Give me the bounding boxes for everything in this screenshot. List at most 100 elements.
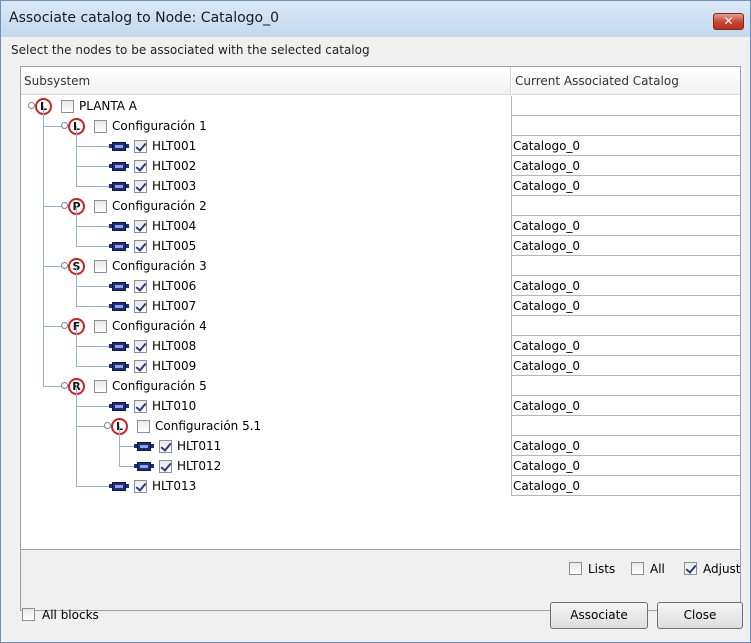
tree-connector <box>76 486 109 487</box>
lists-label: Lists <box>588 562 616 576</box>
catalog-cell: Catalogo_0 <box>511 456 740 476</box>
block-node-icon <box>109 282 129 291</box>
node-checkbox[interactable] <box>94 200 107 213</box>
tree-row[interactable]: LConfiguración 5.1 <box>21 416 740 436</box>
tree-connector <box>76 386 77 486</box>
all-checkbox[interactable] <box>631 562 644 575</box>
tree-row[interactable]: HLT011 Catalogo_0 <box>21 436 740 456</box>
lists-checkbox[interactable] <box>569 562 582 575</box>
catalog-cell: Catalogo_0 <box>511 356 740 376</box>
tree-connector <box>119 426 120 466</box>
node-label: Configuración 3 <box>112 259 207 273</box>
catalog-cell: Catalogo_0 <box>511 156 740 176</box>
catalog-cell: Catalogo_0 <box>511 216 740 236</box>
block-node-icon <box>109 302 129 311</box>
tree-row[interactable]: HLT001 Catalogo_0 <box>21 136 740 156</box>
block-node-icon <box>109 482 129 491</box>
tree-connector <box>76 286 109 287</box>
tree-row[interactable]: HLT006 Catalogo_0 <box>21 276 740 296</box>
catalog-cell <box>511 116 740 136</box>
tree-row[interactable]: HLT004 Catalogo_0 <box>21 216 740 236</box>
node-checkbox[interactable] <box>134 400 147 413</box>
tree-row[interactable]: HLT002 Catalogo_0 <box>21 156 740 176</box>
node-label: HLT001 <box>152 139 197 153</box>
node-checkbox[interactable] <box>159 440 172 453</box>
node-checkbox[interactable] <box>134 240 147 253</box>
node-checkbox[interactable] <box>134 480 147 493</box>
subsystem-tree-grid[interactable]: Subsystem Current Associated Catalog LPL… <box>21 67 740 550</box>
node-checkbox[interactable] <box>159 460 172 473</box>
tree-connector <box>76 406 109 407</box>
tree-row[interactable]: HLT007 Catalogo_0 <box>21 296 740 316</box>
node-checkbox[interactable] <box>134 140 147 153</box>
tree-row[interactable]: FConfiguración 4 <box>21 316 740 336</box>
associate-button[interactable]: Associate <box>550 602 648 629</box>
tree-row[interactable]: HLT009 Catalogo_0 <box>21 356 740 376</box>
adjust-checkbox[interactable] <box>684 562 697 575</box>
block-node-icon <box>109 222 129 231</box>
node-checkbox[interactable] <box>134 360 147 373</box>
catalog-cell: Catalogo_0 <box>511 296 740 316</box>
node-checkbox[interactable] <box>134 300 147 313</box>
expand-toggle[interactable] <box>28 102 35 109</box>
block-node-icon <box>134 442 154 451</box>
expand-toggle[interactable] <box>61 382 68 389</box>
node-checkbox[interactable] <box>61 100 74 113</box>
tree-row[interactable]: HLT005 Catalogo_0 <box>21 236 740 256</box>
window-title: Associate catalog to Node: Catalogo_0 <box>9 10 280 26</box>
tree-row[interactable]: HLT012 Catalogo_0 <box>21 456 740 476</box>
associate-catalog-dialog: Associate catalog to Node: Catalogo_0 ✕ … <box>0 0 751 643</box>
node-checkbox[interactable] <box>134 160 147 173</box>
tree-connector <box>43 106 44 386</box>
node-checkbox[interactable] <box>134 220 147 233</box>
catalog-cell <box>511 256 740 276</box>
node-label: Configuración 1 <box>112 119 207 133</box>
expand-toggle[interactable] <box>104 422 111 429</box>
tree-row[interactable]: SConfiguración 3 <box>21 256 740 276</box>
title-bar[interactable]: Associate catalog to Node: Catalogo_0 ✕ <box>1 1 750 37</box>
node-label: HLT012 <box>177 459 222 473</box>
node-label: HLT006 <box>152 279 197 293</box>
column-header-catalog[interactable]: Current Associated Catalog <box>512 67 740 95</box>
node-checkbox[interactable] <box>94 320 107 333</box>
tree-row[interactable]: HLT008 Catalogo_0 <box>21 336 740 356</box>
tree-connector <box>76 346 109 347</box>
node-label: HLT008 <box>152 339 197 353</box>
tree-row[interactable]: PConfiguración 2 <box>21 196 740 216</box>
instruction-text: Select the nodes to be associated with t… <box>11 43 370 57</box>
catalog-cell: Catalogo_0 <box>511 396 740 416</box>
tree-row[interactable]: RConfiguración 5 <box>21 376 740 396</box>
tree-connector <box>76 266 77 306</box>
column-header-subsystem[interactable]: Subsystem <box>21 67 511 95</box>
block-node-icon <box>109 402 129 411</box>
all-blocks-label: All blocks <box>42 608 99 622</box>
close-button[interactable]: Close <box>657 602 743 629</box>
node-label: HLT007 <box>152 299 197 313</box>
tree-connector <box>76 306 109 307</box>
node-label: HLT005 <box>152 239 197 253</box>
tree-row[interactable]: HLT010 Catalogo_0 <box>21 396 740 416</box>
node-label: Configuración 5.1 <box>155 419 262 433</box>
node-checkbox[interactable] <box>137 420 150 433</box>
tree-row[interactable]: LPLANTA A <box>21 96 740 116</box>
block-node-icon <box>109 242 129 251</box>
block-node-icon <box>109 182 129 191</box>
tree-row[interactable]: LConfiguración 1 <box>21 116 740 136</box>
node-label: HLT011 <box>177 439 222 453</box>
tree-row[interactable]: HLT013 Catalogo_0 <box>21 476 740 496</box>
expand-toggle[interactable] <box>61 202 68 209</box>
node-checkbox[interactable] <box>94 380 107 393</box>
close-window-button[interactable]: ✕ <box>713 13 744 30</box>
node-checkbox[interactable] <box>134 280 147 293</box>
tree-row[interactable]: HLT003 Catalogo_0 <box>21 176 740 196</box>
expand-toggle[interactable] <box>61 322 68 329</box>
expand-toggle[interactable] <box>61 122 68 129</box>
node-checkbox[interactable] <box>94 120 107 133</box>
node-checkbox[interactable] <box>94 260 107 273</box>
catalog-cell <box>511 96 740 116</box>
node-checkbox[interactable] <box>134 340 147 353</box>
node-checkbox[interactable] <box>134 180 147 193</box>
block-node-icon <box>109 342 129 351</box>
expand-toggle[interactable] <box>61 262 68 269</box>
all-blocks-checkbox[interactable] <box>22 608 35 621</box>
